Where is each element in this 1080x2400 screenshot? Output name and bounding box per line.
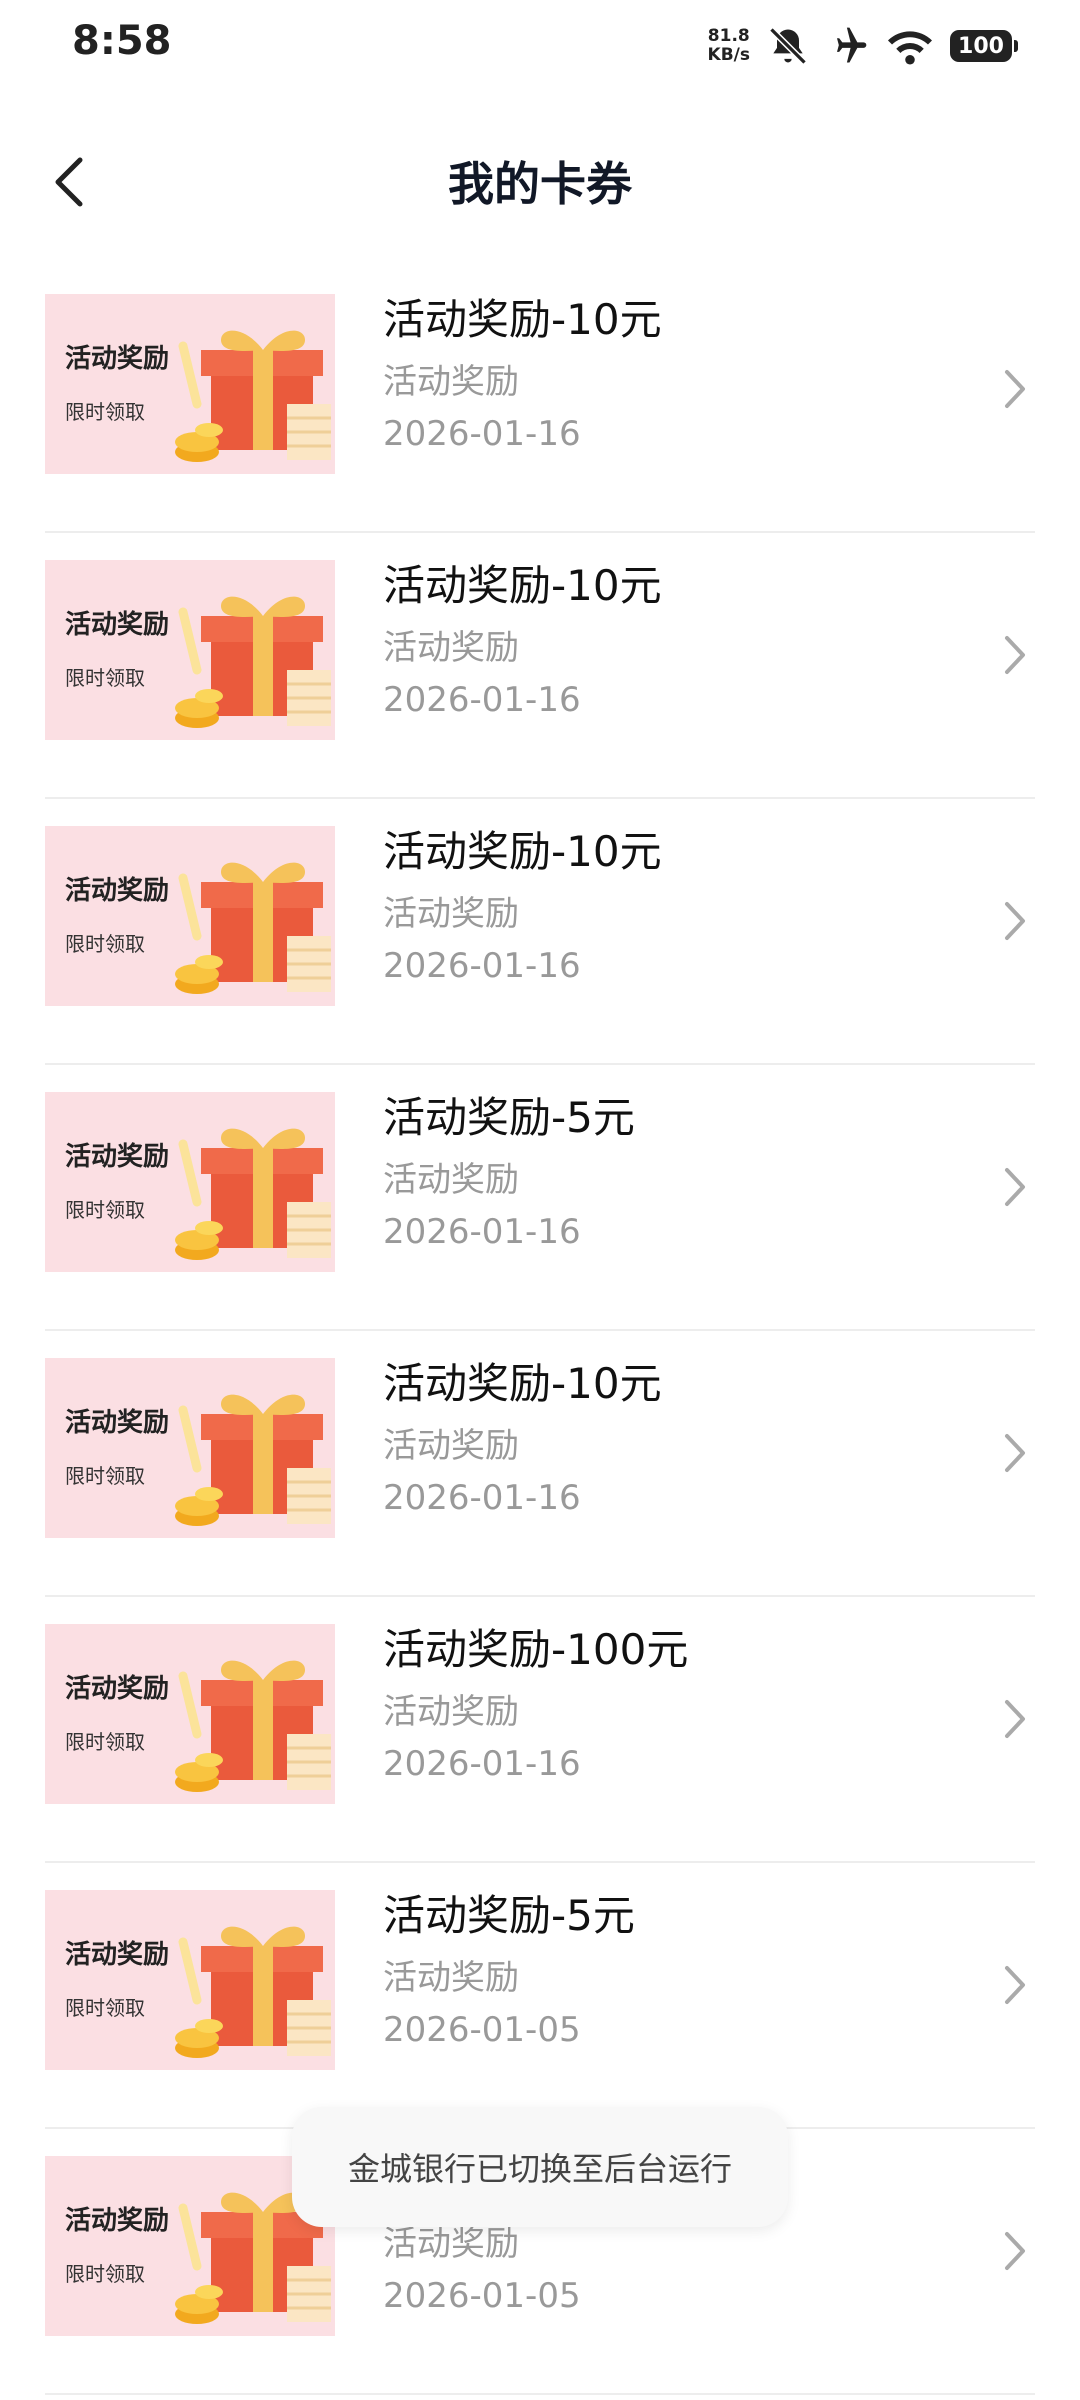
thumbnail-subtitle: 限时领取 [65,1996,145,2020]
gift-box-icon [175,1660,331,1792]
chevron-right-icon [995,359,1035,419]
coupon-title: 活动奖励-10元 [383,561,662,610]
coupon-thumbnail: 活动奖励 限时领取 [45,1358,335,1538]
thumbnail-title: 活动奖励 [65,610,170,640]
battery-level: 100 [958,33,1004,59]
battery-icon: 100 [950,30,1018,62]
thumbnail-title: 活动奖励 [65,344,170,374]
coupon-item[interactable]: 活动奖励 限时领取 [45,799,1035,1065]
thumbnail-subtitle: 限时领取 [65,1730,145,1754]
coupon-subtitle: 活动奖励 [383,628,519,668]
chevron-right-icon [995,625,1035,685]
thumbnail-subtitle: 限时领取 [65,666,145,690]
coupon-title: 活动奖励-10元 [383,1359,662,1408]
coupon-thumbnail: 活动奖励 限时领取 [45,294,335,474]
status-time: 8:58 [72,18,172,64]
gift-box-icon [175,862,331,994]
back-button[interactable] [30,142,110,222]
coupon-list: 活动奖励 限时领取 活动奖励-10元 活动奖励 2026-01-16 活动奖励 … [0,267,1080,2395]
status-bar: 8:58 81.8 KB/s 100 [0,0,1080,92]
coupon-subtitle: 活动奖励 [383,1426,519,1466]
chevron-left-icon [55,157,83,207]
bell-off-icon [766,24,810,68]
coupon-thumbnail: 活动奖励 限时领取 [45,1092,335,1272]
coupon-info: 活动奖励-10元 活动奖励 2026-01-16 [383,560,975,720]
coupon-date: 2026-01-16 [383,414,581,454]
coupon-info: 活动奖励-100元 活动奖励 2026-01-16 [383,1624,975,1784]
coupon-title: 活动奖励-100元 [383,1625,689,1674]
coupon-info: 活动奖励-10元 活动奖励 2026-01-16 [383,294,975,454]
coupon-thumbnail: 活动奖励 限时领取 [45,560,335,740]
thumbnail-title: 活动奖励 [65,1408,170,1438]
thumbnail-subtitle: 限时领取 [65,932,145,956]
coupon-thumbnail: 活动奖励 限时领取 [45,1890,335,2070]
coupon-subtitle: 活动奖励 [383,1958,519,1998]
wifi-icon [886,24,934,68]
gift-box-icon [175,330,331,462]
coupon-subtitle: 活动奖励 [383,362,519,402]
coupon-title: 活动奖励-5元 [383,1891,635,1940]
coupon-thumbnail: 活动奖励 限时领取 [45,826,335,1006]
coupon-date: 2026-01-16 [383,680,581,720]
coupon-item[interactable]: 活动奖励 限时领取 [45,267,1035,533]
thumbnail-title: 活动奖励 [65,2206,170,2236]
toast-message: 金城银行已切换至后台运行 [292,2107,788,2227]
coupon-item[interactable]: 活动奖励 限时领取 [45,1065,1035,1331]
coupon-title: 活动奖励-10元 [383,827,662,876]
network-speed-unit: KB/s [707,45,750,65]
coupon-date: 2026-01-05 [383,2010,581,2050]
coupon-subtitle: 活动奖励 [383,2224,519,2264]
thumbnail-subtitle: 限时领取 [65,2262,145,2286]
coupon-date: 2026-01-16 [383,946,581,986]
page: 8:58 81.8 KB/s 100 我的卡券 活动奖励 限时领取 活动奖励-1… [0,0,1080,2400]
thumbnail-title: 活动奖励 [65,876,170,906]
header: 我的卡券 [0,120,1080,240]
coupon-date: 2026-01-05 [383,2276,581,2316]
gift-box-icon [175,1926,331,2058]
thumbnail-title: 活动奖励 [65,1142,170,1172]
chevron-right-icon [995,1689,1035,1749]
airplane-icon [826,24,870,68]
coupon-info: 活动奖励-10元 活动奖励 2026-01-16 [383,826,975,986]
coupon-subtitle: 活动奖励 [383,1160,519,1200]
thumbnail-title: 活动奖励 [65,1940,170,1970]
coupon-item[interactable]: 活动奖励 限时领取 [45,533,1035,799]
coupon-date: 2026-01-16 [383,1212,581,1252]
gift-box-icon [175,1394,331,1526]
coupon-item[interactable]: 活动奖励 限时领取 [45,1863,1035,2129]
coupon-title: 活动奖励-5元 [383,1093,635,1142]
coupon-date: 2026-01-16 [383,1478,581,1518]
network-speed-value: 81.8 [707,26,750,46]
status-icons: 81.8 KB/s 100 [708,18,1018,74]
gift-box-icon [175,596,331,728]
chevron-right-icon [995,1423,1035,1483]
coupon-info: 活动奖励-10元 活动奖励 2026-01-16 [383,1358,975,1518]
coupon-title: 活动奖励-10元 [383,295,662,344]
chevron-right-icon [995,2221,1035,2281]
network-speed: 81.8 KB/s [708,27,750,65]
coupon-subtitle: 活动奖励 [383,894,519,934]
coupon-date: 2026-01-16 [383,1744,581,1784]
chevron-right-icon [995,891,1035,951]
thumbnail-subtitle: 限时领取 [65,400,145,424]
gift-box-icon [175,1128,331,1260]
chevron-right-icon [995,1955,1035,2015]
coupon-subtitle: 活动奖励 [383,1692,519,1732]
thumbnail-subtitle: 限时领取 [65,1198,145,1222]
coupon-item[interactable]: 活动奖励 限时领取 [45,1331,1035,1597]
coupon-info: 活动奖励-5元 活动奖励 2026-01-05 [383,1890,975,2050]
coupon-info: 活动奖励-5元 活动奖励 2026-01-16 [383,1092,975,1252]
thumbnail-subtitle: 限时领取 [65,1464,145,1488]
page-title: 我的卡券 [448,157,632,211]
coupon-thumbnail: 活动奖励 限时领取 [45,1624,335,1804]
thumbnail-title: 活动奖励 [65,1674,170,1704]
coupon-item[interactable]: 活动奖励 限时领取 [45,1597,1035,1863]
chevron-right-icon [995,1157,1035,1217]
